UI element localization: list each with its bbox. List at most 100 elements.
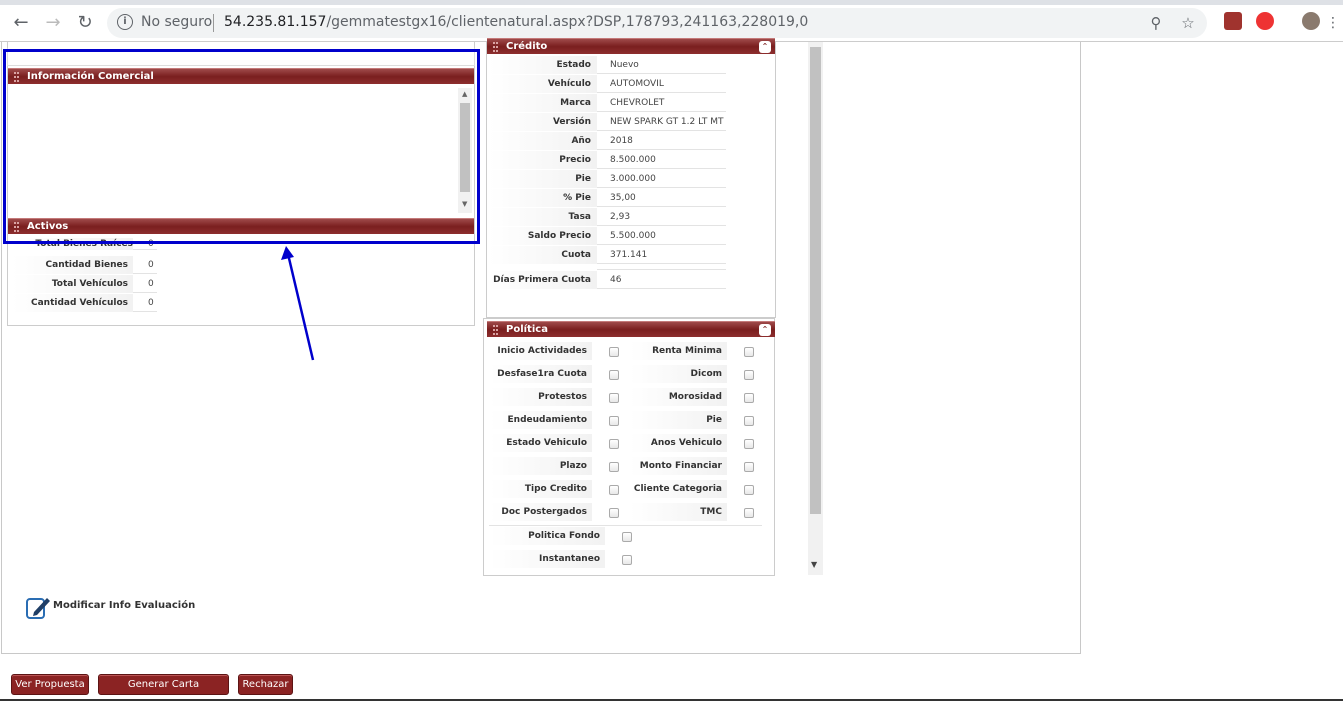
annotation-highlight-box xyxy=(3,49,480,244)
politica-checkbox[interactable] xyxy=(609,485,619,495)
rechazar-button[interactable]: Rechazar xyxy=(238,674,293,695)
zoom-icon[interactable]: ⚲ xyxy=(1147,14,1165,32)
url-host: 54.235.81.157 xyxy=(224,14,327,30)
credito-label: Marca xyxy=(489,94,597,112)
politica-checkbox[interactable] xyxy=(744,485,754,495)
politica-checkbox[interactable] xyxy=(609,416,619,426)
credito-label: Días Primera Cuota xyxy=(489,271,597,289)
annotation-arrow xyxy=(281,246,315,361)
credito-label: Saldo Precio xyxy=(489,227,597,245)
grip-icon xyxy=(493,325,498,335)
credito-header[interactable]: Crédito ⌃ xyxy=(487,38,775,54)
credito-label: Tasa xyxy=(489,208,597,226)
extension-icon[interactable] xyxy=(1256,12,1274,30)
credito-value: 46 xyxy=(597,271,726,289)
omnibox-separator xyxy=(213,14,214,32)
politica-label: TMC xyxy=(630,503,727,521)
politica-checkbox[interactable] xyxy=(609,393,619,403)
politica-checkbox[interactable] xyxy=(609,462,619,472)
collapse-icon[interactable]: ⌃ xyxy=(759,324,771,336)
politica-checkbox[interactable] xyxy=(744,439,754,449)
activo-label: Total Vehículos xyxy=(12,275,133,293)
politica-checkbox[interactable] xyxy=(744,347,754,357)
credito-value: 8.500.000 xyxy=(597,151,726,169)
back-arrow-icon[interactable]: ← xyxy=(10,12,32,34)
politica-label: Doc Postergados xyxy=(490,503,592,521)
credito-value: 35,00 xyxy=(597,189,726,207)
info-icon[interactable]: i xyxy=(117,14,133,30)
politica-label: Plazo xyxy=(490,457,592,475)
security-label: No seguro xyxy=(141,14,213,30)
credito-label: Versión xyxy=(489,113,597,131)
credito-title: Crédito xyxy=(506,41,548,52)
politica-title: Política xyxy=(506,324,548,335)
politica-checkbox[interactable] xyxy=(744,462,754,472)
edit-document-icon[interactable] xyxy=(25,594,52,621)
credito-value: Nuevo xyxy=(597,56,726,74)
reload-icon[interactable]: ↻ xyxy=(74,12,96,34)
activo-value: 0 xyxy=(133,294,157,312)
browser-toolbar: ← → ↻ i No seguro 54.235.81.157/gemmates… xyxy=(0,0,1343,42)
politica-label: Morosidad xyxy=(630,388,727,406)
forward-arrow-icon[interactable]: → xyxy=(42,12,64,34)
ver-propuesta-button[interactable]: Ver Propuesta xyxy=(11,674,89,695)
divider xyxy=(489,525,762,526)
politica-checkbox[interactable] xyxy=(622,555,632,565)
url-text[interactable]: 54.235.81.157/gemmatestgx16/clientenatur… xyxy=(224,14,808,30)
pdf-extension-icon[interactable] xyxy=(1224,12,1242,30)
politica-label: Tipo Credito xyxy=(490,480,592,498)
politica-label: Dicom xyxy=(630,365,727,383)
credito-label: Vehículo xyxy=(489,75,597,93)
credito-label: Cuota xyxy=(489,246,597,264)
politica-checkbox[interactable] xyxy=(744,508,754,518)
politica-label: Anos Vehiculo xyxy=(630,434,727,452)
generar-carta-button[interactable]: Generar Carta Aprobación xyxy=(98,674,229,709)
credito-label: Año xyxy=(489,132,597,150)
politica-label: Estado Vehiculo xyxy=(490,434,592,452)
credito-label: Estado xyxy=(489,56,597,74)
activo-value: 0 xyxy=(133,256,157,274)
politica-label: Instantaneo xyxy=(490,550,605,568)
address-bar[interactable]: i No seguro 54.235.81.157/gemmatestgx16/… xyxy=(107,8,1207,38)
credito-value: CHEVROLET xyxy=(597,94,726,112)
politica-checkbox[interactable] xyxy=(609,508,619,518)
credito-value: 3.000.000 xyxy=(597,170,726,188)
politica-checkbox[interactable] xyxy=(744,370,754,380)
scroll-down-icon[interactable]: ▼ xyxy=(811,560,817,569)
politica-header[interactable]: Política ⌃ xyxy=(487,321,775,337)
credito-value: AUTOMOVIL xyxy=(597,75,726,93)
politica-checkbox[interactable] xyxy=(622,532,632,542)
activo-label: Cantidad Bienes Raices xyxy=(12,256,133,288)
politica-label: Politica Fondo xyxy=(490,527,605,545)
politica-label: Desfase1ra Cuota xyxy=(490,365,592,383)
politica-checkbox[interactable] xyxy=(744,416,754,426)
menu-kebab-icon[interactable]: ⋮ xyxy=(1322,12,1343,34)
politica-checkbox[interactable] xyxy=(609,370,619,380)
grip-icon xyxy=(493,42,498,52)
politica-checkbox[interactable] xyxy=(744,393,754,403)
modify-info-link[interactable]: Modificar Info Evaluación xyxy=(53,600,195,611)
collapse-icon[interactable]: ⌃ xyxy=(759,41,771,53)
scroll-thumb[interactable] xyxy=(810,47,821,514)
scrollbar[interactable]: ▼ xyxy=(808,42,823,575)
divider xyxy=(597,269,726,270)
politica-label: Cliente Categoria xyxy=(630,480,727,498)
politica-label: Monto Financiar xyxy=(630,457,727,475)
profile-avatar[interactable] xyxy=(1302,12,1320,30)
activo-value: 0 xyxy=(133,275,157,293)
politica-label: Renta Minima xyxy=(630,342,727,360)
credito-value: 5.500.000 xyxy=(597,227,726,245)
politica-label: Protestos xyxy=(490,388,592,406)
credito-label: Precio xyxy=(489,151,597,169)
credito-label: % Pie xyxy=(489,189,597,207)
tab-strip xyxy=(0,0,1343,5)
credito-value: 2018 xyxy=(597,132,726,150)
politica-checkbox[interactable] xyxy=(609,439,619,449)
bookmark-star-icon[interactable]: ☆ xyxy=(1179,14,1197,32)
credito-value: 371.141 xyxy=(597,246,726,264)
url-path: /gemmatestgx16/clientenatural.aspx?DSP,1… xyxy=(326,14,809,30)
politica-label: Inicio Actividades xyxy=(490,342,592,360)
politica-checkbox[interactable] xyxy=(609,347,619,357)
credito-value: 2,93 xyxy=(597,208,726,226)
credito-value: NEW SPARK GT 1.2 LT MT xyxy=(597,113,726,131)
